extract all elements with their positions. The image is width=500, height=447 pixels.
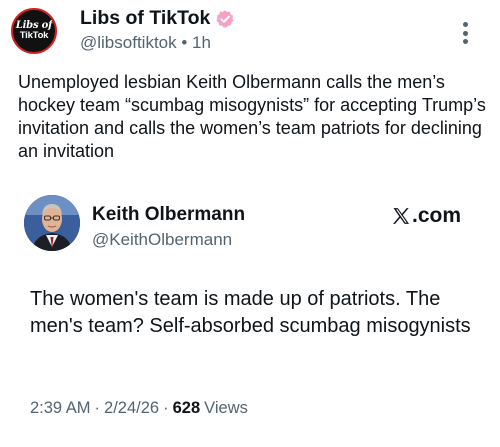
more-vertical-icon-dot (462, 30, 468, 36)
verified-badge-icon (216, 9, 234, 27)
quote-avatar[interactable] (24, 195, 80, 251)
author-name-label: Libs of TikTok (80, 7, 211, 29)
post-time[interactable]: 1h (192, 33, 211, 52)
meta-separator: · (94, 399, 101, 417)
x-logo-icon (393, 208, 409, 224)
x-logo: .com (391, 204, 461, 228)
views-count: 628 (172, 399, 201, 417)
author-name[interactable]: Libs of TikTok (80, 7, 235, 30)
avatar-text-line2: TikTok (19, 30, 49, 41)
post-header: Libs of TikTok Libs of TikTok @libsoftik… (0, 0, 500, 60)
quote-author-handle[interactable]: @KeithOlbermann (92, 230, 232, 250)
meta-separator: · (163, 399, 169, 417)
more-vertical-icon-dot (462, 22, 468, 27)
more-options-button[interactable] (455, 18, 475, 48)
handle-separator: • (181, 33, 188, 52)
quote-author-name[interactable]: Keith Olbermann (92, 204, 245, 226)
handle-line: @libsoftiktok • 1h (80, 33, 211, 53)
author-handle[interactable]: @libsoftiktok (80, 33, 177, 52)
more-vertical-icon-dot (462, 39, 468, 44)
quote-text: The women's team is made up of patriots.… (30, 288, 471, 337)
quote-date: 2/24/26 (104, 399, 160, 417)
quote-card[interactable]: Keith Olbermann @KeithOlbermann .com The… (0, 186, 500, 447)
quote-meta: 2:39 AM · 2/24/26 · 628 Views (30, 399, 248, 418)
post-text: Unemployed lesbian Keith Olbermann calls… (18, 72, 486, 161)
x-logo-text: .com (412, 204, 462, 227)
portrait-image (24, 195, 80, 251)
views-label: Views (204, 399, 248, 417)
quote-time: 2:39 AM (30, 399, 91, 417)
avatar[interactable]: Libs of TikTok (11, 8, 57, 54)
